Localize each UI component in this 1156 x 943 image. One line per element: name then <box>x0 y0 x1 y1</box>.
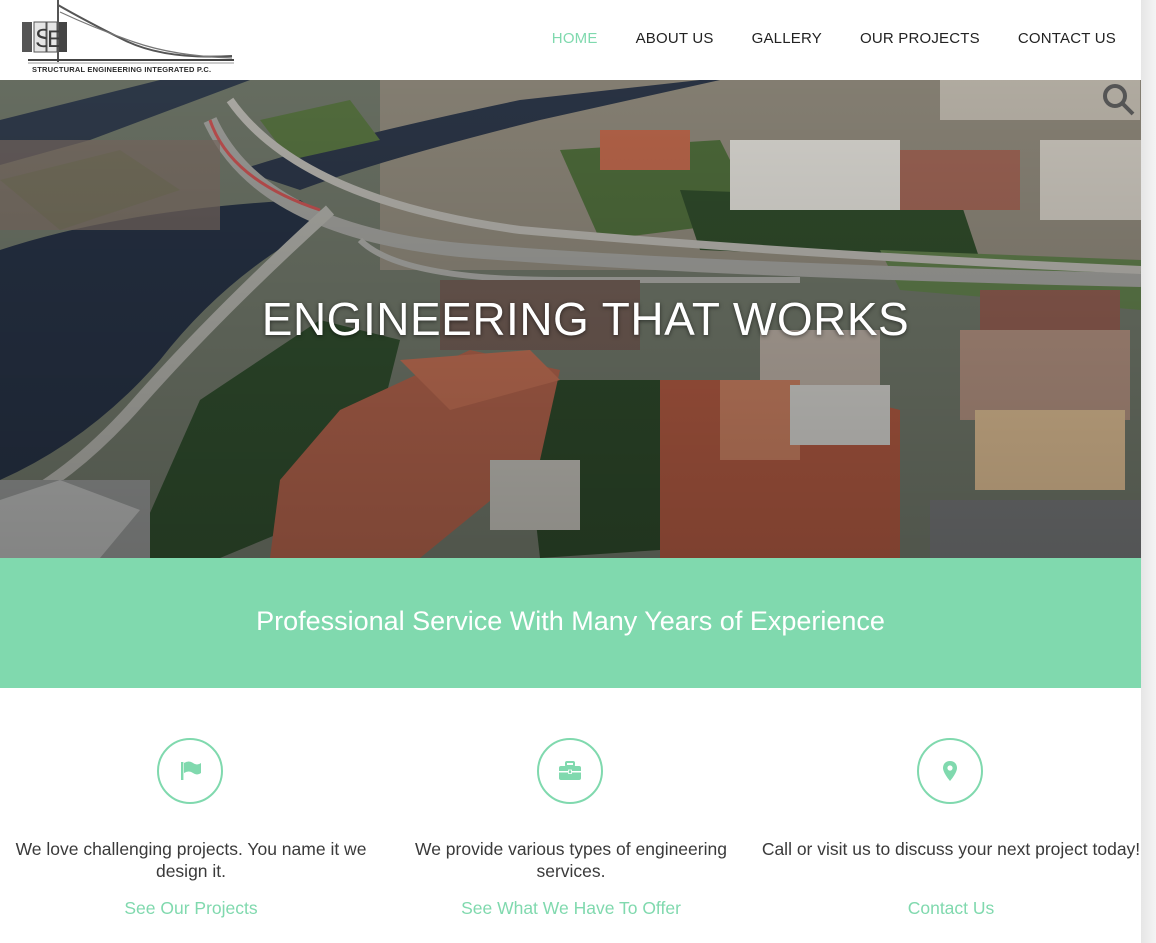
feature-description: We love challenging projects. You name i… <box>15 839 367 881</box>
nav-contact-us[interactable]: CONTACT US <box>1018 30 1116 47</box>
see-what-we-offer-link[interactable]: See What We Have To Offer <box>381 898 761 919</box>
see-our-projects-link[interactable]: See Our Projects <box>1 898 381 919</box>
site-header: S E STRUCTURAL ENGINEERING INTEGRATED P.… <box>0 0 1141 80</box>
main-nav: HOME ABOUT US GALLERY OUR PROJECTS CONTA… <box>514 30 1116 47</box>
feature-icon-circle <box>157 738 223 804</box>
tagline-band: Professional Service With Many Years of … <box>0 558 1141 688</box>
feature-description: Call or visit us to discuss your next pr… <box>761 839 1141 859</box>
nav-our-projects[interactable]: OUR PROJECTS <box>860 30 980 47</box>
logo-company-name: STRUCTURAL ENGINEERING INTEGRATED P.C. <box>32 65 212 74</box>
nav-about-us[interactable]: ABOUT US <box>636 30 714 47</box>
tagline-text: Professional Service With Many Years of … <box>256 606 885 636</box>
nav-home[interactable]: HOME <box>552 30 598 47</box>
map-marker-icon <box>943 761 957 781</box>
hero-banner: ENGINEERING THAT WORKS <box>0 80 1141 558</box>
flag-icon <box>181 761 201 780</box>
logo[interactable]: S E STRUCTURAL ENGINEERING INTEGRATED P.… <box>14 0 239 80</box>
page: S E STRUCTURAL ENGINEERING INTEGRATED P.… <box>0 0 1141 943</box>
feature-icon-circle <box>917 738 983 804</box>
contact-us-link[interactable]: Contact Us <box>761 898 1141 919</box>
feature-description: We provide various types of engineering … <box>415 839 727 881</box>
page-right-margin <box>1141 0 1156 943</box>
features-section: We love challenging projects. You name i… <box>0 688 1141 943</box>
hero-title: ENGINEERING THAT WORKS <box>261 293 910 345</box>
feature-icon-circle <box>537 738 603 804</box>
search-icon[interactable] <box>1101 82 1135 116</box>
briefcase-icon <box>559 761 581 780</box>
nav-gallery[interactable]: GALLERY <box>752 30 822 47</box>
